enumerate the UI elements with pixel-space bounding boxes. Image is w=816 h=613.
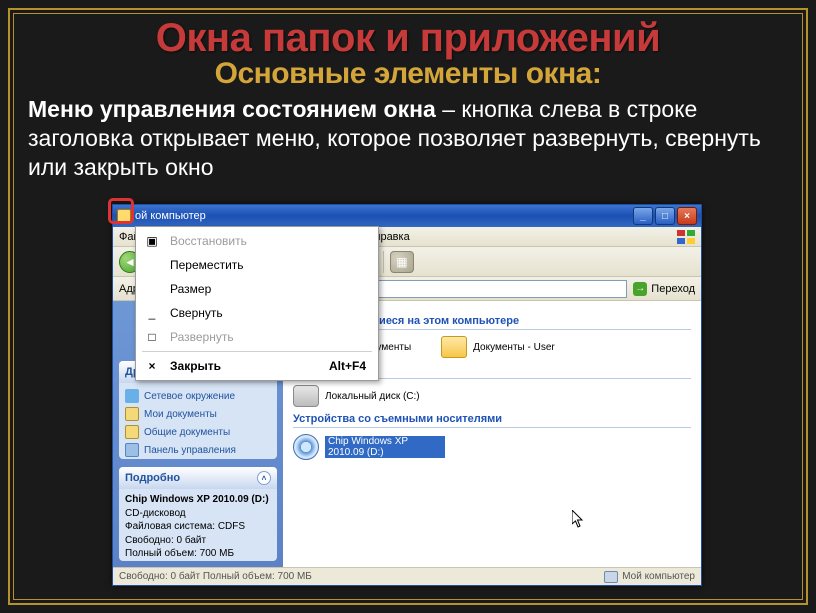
folder-icon bbox=[441, 336, 467, 358]
details-type: CD-дисковод bbox=[125, 507, 271, 521]
chevron-up-icon: ˄ bbox=[257, 471, 271, 485]
highlight-box bbox=[108, 198, 134, 224]
panel-details: Подробно ˄ Chip Windows XP 2010.09 (D:) … bbox=[119, 467, 277, 561]
item-label: Chip Windows XP 2010.09 (D:) bbox=[325, 436, 445, 458]
panel-details-header[interactable]: Подробно ˄ bbox=[119, 467, 277, 489]
menu-item-minimize[interactable]: _ Свернуть bbox=[138, 301, 376, 325]
window-title: ой компьютер bbox=[135, 210, 206, 222]
menu-item-label: Развернуть bbox=[170, 330, 234, 344]
place-mydocs[interactable]: Мои документы bbox=[125, 405, 271, 423]
views-button[interactable]: ▦ bbox=[390, 251, 414, 273]
place-label: Сетевое окружение bbox=[144, 391, 235, 402]
status-bar: Свободно: 0 байт Полный объем: 700 МБ Мо… bbox=[113, 567, 701, 585]
menu-item-shortcut: Alt+F4 bbox=[329, 359, 366, 373]
place-label: Панель управления bbox=[144, 445, 236, 456]
item-cd-drive[interactable]: Chip Windows XP 2010.09 (D:) bbox=[293, 434, 445, 460]
slide-subtitle: Основные элементы окна: bbox=[10, 57, 806, 91]
restore-icon: ▣ bbox=[144, 234, 160, 248]
place-label: Мои документы bbox=[144, 409, 217, 420]
details-total: Полный объем: 700 МБ bbox=[125, 547, 271, 561]
folder-icon bbox=[125, 407, 139, 421]
menu-item-label: Восстановить bbox=[170, 234, 247, 248]
item-local-disk-c[interactable]: Локальный диск (C:) bbox=[293, 385, 420, 407]
panel-details-title: Подробно bbox=[125, 472, 180, 484]
details-name: Chip Windows XP 2010.09 (D:) bbox=[125, 493, 271, 507]
details-fs: Файловая система: CDFS bbox=[125, 520, 271, 534]
slide-title: Окна папок и приложений bbox=[10, 16, 806, 61]
go-button[interactable]: → Переход bbox=[633, 282, 695, 296]
system-menu: ▣ Восстановить Переместить Размер _ Свер… bbox=[135, 226, 379, 381]
menu-item-close[interactable]: × Закрыть Alt+F4 bbox=[138, 354, 376, 378]
item-label: Документы - User bbox=[473, 342, 555, 353]
window-controls: _ □ × bbox=[633, 207, 697, 225]
body-bold: Меню управления состоянием окна bbox=[28, 96, 436, 122]
menu-item-move[interactable]: Переместить bbox=[138, 253, 376, 277]
place-label: Общие документы bbox=[144, 427, 230, 438]
item-label: Локальный диск (C:) bbox=[325, 391, 420, 402]
go-label: Переход bbox=[651, 283, 695, 295]
menu-separator bbox=[142, 351, 372, 352]
titlebar[interactable]: ой компьютер _ □ × bbox=[113, 205, 701, 227]
item-user-docs[interactable]: Документы - User bbox=[441, 336, 555, 358]
toolbar-separator-2 bbox=[383, 251, 384, 273]
menu-item-label: Переместить bbox=[170, 258, 244, 272]
computer-icon bbox=[604, 571, 618, 583]
status-left: Свободно: 0 байт Полный объем: 700 МБ bbox=[119, 571, 312, 582]
place-controlpanel[interactable]: Панель управления bbox=[125, 441, 271, 459]
menu-item-label: Размер bbox=[170, 282, 211, 296]
cd-icon bbox=[293, 434, 319, 460]
menu-item-label: Свернуть bbox=[170, 306, 223, 320]
minimize-icon: _ bbox=[144, 306, 160, 320]
place-shared[interactable]: Общие документы bbox=[125, 423, 271, 441]
menu-item-size[interactable]: Размер bbox=[138, 277, 376, 301]
go-arrow-icon: → bbox=[633, 282, 647, 296]
slide-body: Меню управления состоянием окна – кнопка… bbox=[10, 91, 806, 181]
mouse-cursor-icon bbox=[572, 510, 584, 528]
windows-flag-icon bbox=[677, 230, 695, 244]
network-icon bbox=[125, 389, 139, 403]
close-icon: × bbox=[144, 359, 160, 373]
group-removable-title: Устройства со съемными носителями bbox=[293, 413, 691, 428]
maximize-button[interactable]: □ bbox=[655, 207, 675, 225]
status-location: Мой компьютер bbox=[604, 571, 695, 583]
close-button[interactable]: × bbox=[677, 207, 697, 225]
details-free: Свободно: 0 байт bbox=[125, 534, 271, 548]
menu-item-maximize[interactable]: □ Развернуть bbox=[138, 325, 376, 349]
menu-item-label: Закрыть bbox=[170, 359, 221, 373]
maximize-icon: □ bbox=[144, 330, 160, 344]
place-network[interactable]: Сетевое окружение bbox=[125, 387, 271, 405]
minimize-button[interactable]: _ bbox=[633, 207, 653, 225]
status-right: Мой компьютер bbox=[622, 571, 695, 582]
folder-icon bbox=[125, 425, 139, 439]
menu-item-restore[interactable]: ▣ Восстановить bbox=[138, 229, 376, 253]
hdd-icon bbox=[293, 385, 319, 407]
controlpanel-icon bbox=[125, 443, 139, 457]
